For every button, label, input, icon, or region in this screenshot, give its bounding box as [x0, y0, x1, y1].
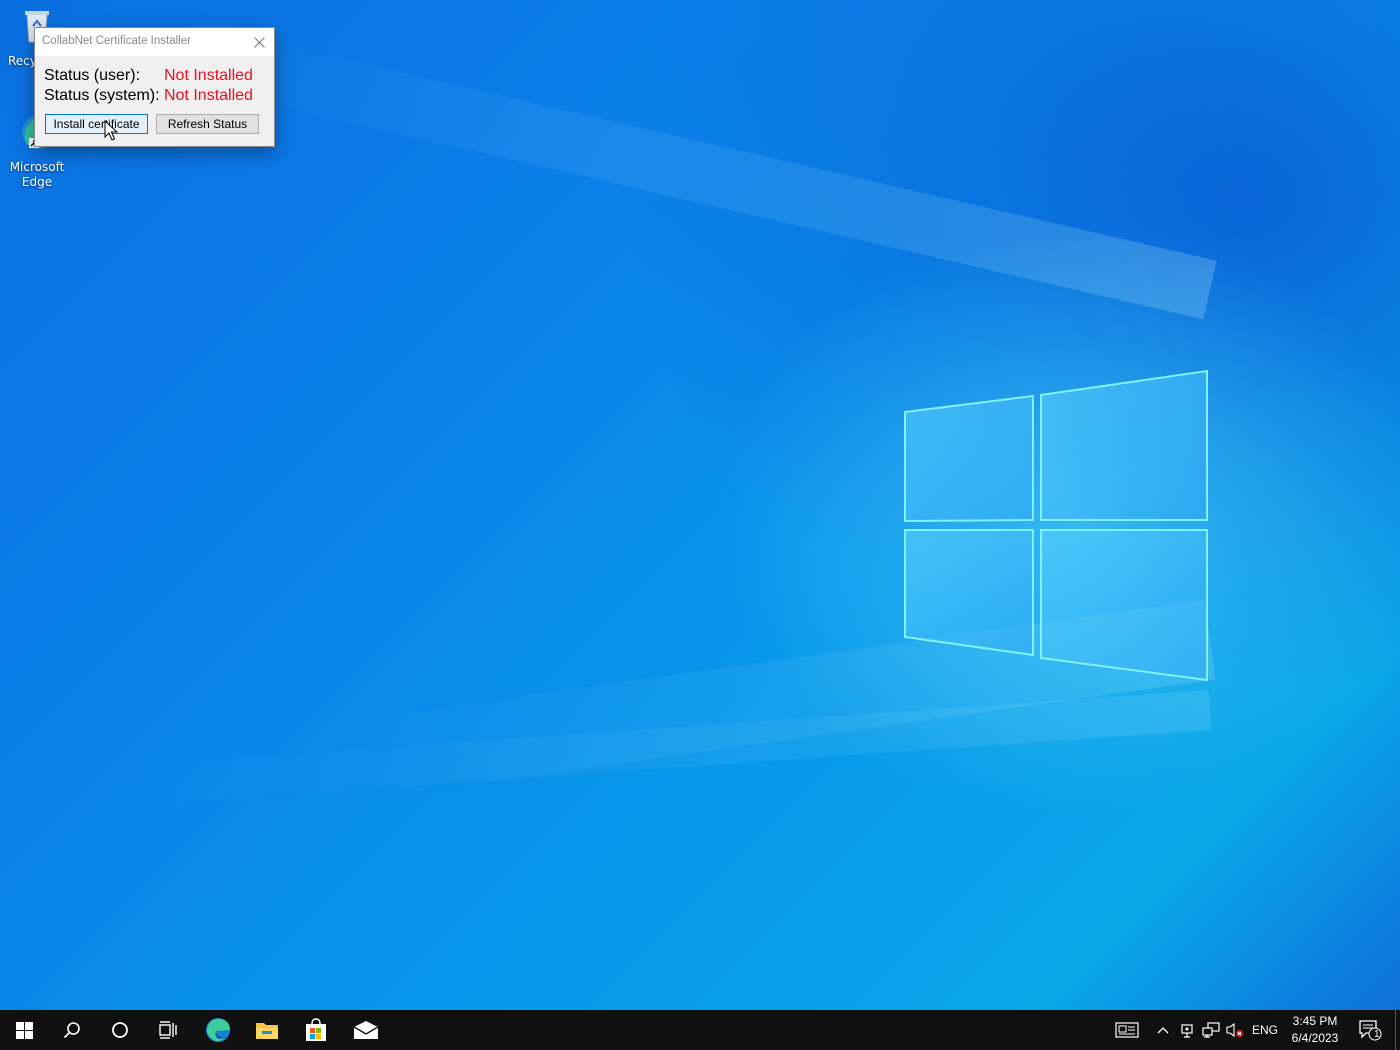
chevron-up-icon [1157, 1027, 1169, 1034]
cortana-icon [112, 1022, 128, 1038]
desktop-icon-label-line1: Microsoft [9, 160, 65, 174]
status-system-label: Status (system): [44, 87, 160, 104]
taskbar-edge-button[interactable] [194, 1010, 242, 1050]
show-hidden-icons-button[interactable] [1154, 1020, 1172, 1040]
network-button[interactable] [1201, 1020, 1221, 1040]
desktop-icon-label-line2: Edge [21, 175, 53, 189]
task-view-button[interactable] [144, 1010, 192, 1050]
wallpaper-beam [101, 690, 1212, 808]
search-icon [63, 1022, 80, 1039]
mouse-cursor-icon [104, 120, 118, 141]
mail-button[interactable] [342, 1010, 390, 1050]
edge-icon [206, 1018, 230, 1042]
windows-logo [904, 369, 1208, 682]
status-system-value: Not Installed [164, 87, 253, 104]
file-explorer-button[interactable] [243, 1010, 291, 1050]
certificate-installer-dialog: CollabNet Certificate Installer Status (… [34, 27, 275, 147]
volume-button[interactable] [1225, 1020, 1245, 1040]
news-icon [1115, 1022, 1139, 1038]
file-explorer-icon [256, 1023, 278, 1039]
refresh-status-button[interactable]: Refresh Status [156, 114, 259, 134]
taskbar: ENG 3:45 PM 6/4/2023 1 [0, 1010, 1400, 1050]
status-user-value: Not Installed [164, 67, 253, 84]
status-user-label: Status (user): [44, 67, 141, 84]
task-view-icon [159, 1021, 177, 1039]
search-button[interactable] [48, 1010, 96, 1050]
close-button[interactable] [244, 28, 274, 56]
action-center-button[interactable]: 1 [1352, 1010, 1388, 1050]
meet-now-button[interactable] [1178, 1020, 1196, 1040]
install-certificate-button[interactable]: Install certificate [45, 114, 148, 134]
clock-date: 6/4/2023 [1291, 1031, 1339, 1045]
close-icon [253, 36, 265, 48]
dialog-titlebar[interactable]: CollabNet Certificate Installer [35, 28, 274, 56]
store-button[interactable] [292, 1010, 340, 1050]
clock-time: 3:45 PM [1292, 1014, 1338, 1028]
dialog-title: CollabNet Certificate Installer [42, 35, 191, 47]
news-widget-button[interactable] [1114, 1020, 1140, 1040]
network-icon [1202, 1022, 1220, 1038]
language-indicator[interactable]: ENG [1252, 1010, 1278, 1050]
notification-count: 1 [1374, 1029, 1380, 1040]
start-icon [15, 1021, 33, 1039]
volume-muted-icon [1226, 1022, 1243, 1038]
meet-now-icon [1181, 1024, 1193, 1038]
clock[interactable]: 3:45 PM 6/4/2023 [1284, 1013, 1346, 1047]
store-icon [306, 1018, 326, 1041]
mail-icon [353, 1021, 379, 1039]
show-desktop-button[interactable] [1395, 1010, 1400, 1050]
desktop: Recy Microsoft Edge CollabNet Certificat… [0, 0, 1400, 1010]
start-button[interactable] [0, 1010, 48, 1050]
cortana-button[interactable] [96, 1010, 144, 1050]
wallpaper-beam [170, 22, 1217, 320]
